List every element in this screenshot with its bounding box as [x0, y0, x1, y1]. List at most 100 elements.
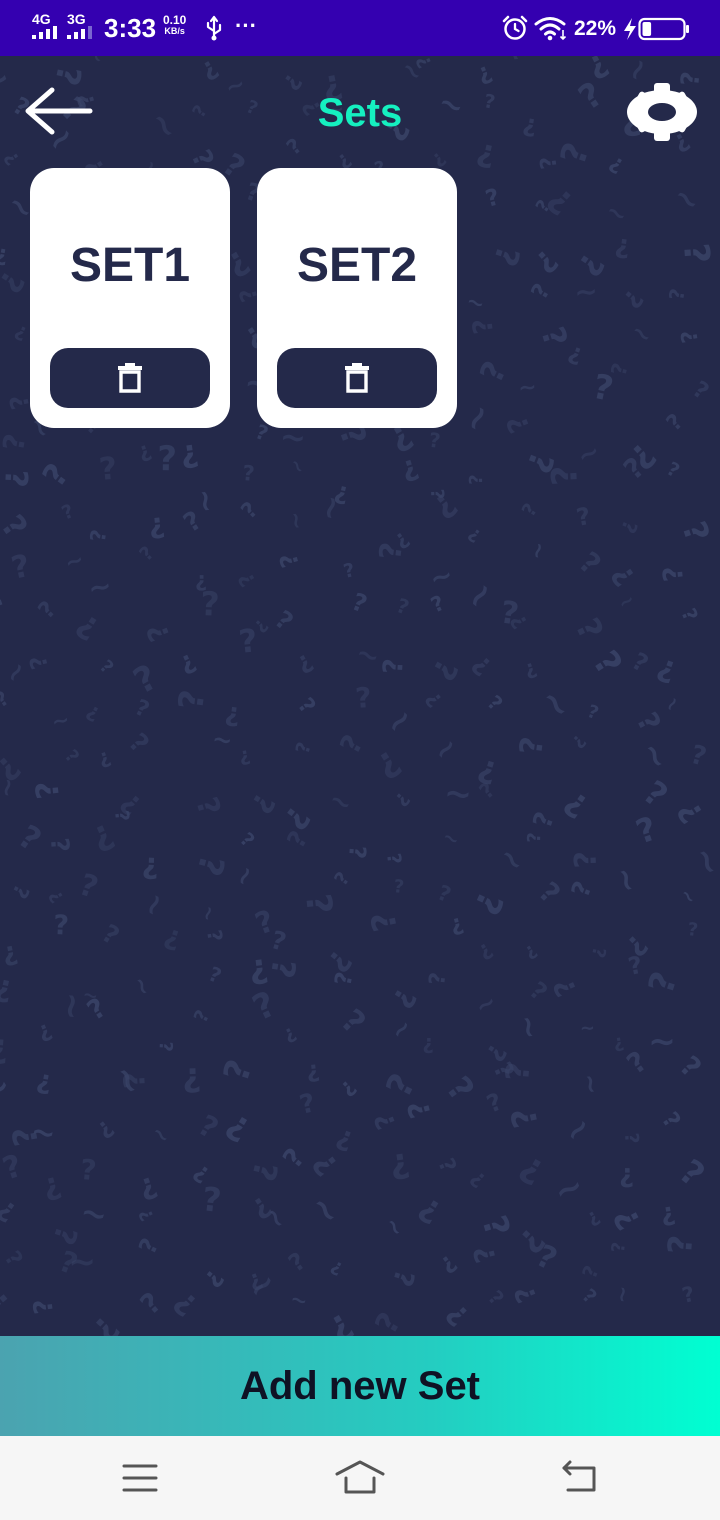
- pattern-glyph: ~: [456, 573, 505, 620]
- pattern-glyph: ~: [377, 699, 423, 745]
- pattern-glyph: ?: [584, 644, 629, 683]
- pattern-glyph: ?: [604, 559, 642, 592]
- pattern-glyph: ?: [292, 740, 316, 757]
- pattern-glyph: ?: [330, 970, 358, 988]
- pattern-glyph: ¿: [447, 910, 466, 937]
- pattern-glyph: ?: [392, 876, 405, 898]
- pattern-glyph: ?: [219, 1105, 257, 1149]
- pattern-glyph: ?: [438, 1069, 482, 1109]
- pattern-glyph: ~: [68, 1244, 96, 1283]
- pattern-glyph: ~: [283, 510, 310, 531]
- pattern-glyph: ?: [0, 469, 34, 489]
- pattern-glyph: ¿: [74, 870, 102, 909]
- arrow-left-icon: [25, 87, 93, 135]
- pattern-glyph: ?: [518, 499, 542, 520]
- pattern-glyph: ~: [327, 98, 346, 122]
- pattern-glyph: ¿: [94, 657, 116, 679]
- pattern-glyph: ?: [390, 788, 414, 811]
- pattern-glyph: ~: [684, 841, 720, 881]
- signal-icon-2: [67, 26, 92, 39]
- pattern-glyph: ?: [619, 1161, 635, 1191]
- pattern-glyph: ?: [178, 436, 201, 474]
- pattern-glyph: ¿: [130, 696, 152, 724]
- pattern-glyph: ?: [616, 517, 643, 537]
- pattern-glyph: ?: [540, 179, 581, 222]
- pattern-glyph: ?: [297, 892, 339, 916]
- pattern-glyph: ¿: [285, 1249, 312, 1280]
- delete-set-button[interactable]: [277, 348, 437, 408]
- pattern-glyph: ?: [0, 971, 16, 1009]
- pattern-glyph: ?: [189, 102, 212, 122]
- pattern-glyph: ~: [127, 973, 158, 1000]
- pattern-glyph: ?: [376, 113, 416, 147]
- pattern-glyph: ¿: [237, 743, 252, 767]
- pattern-glyph: ?: [0, 1193, 22, 1227]
- gear-icon: [627, 83, 697, 141]
- pattern-glyph: ?: [134, 1286, 168, 1322]
- pattern-glyph: ?: [34, 1066, 54, 1098]
- pattern-glyph: ~: [238, 1262, 284, 1310]
- pattern-glyph: ~: [351, 637, 384, 674]
- pattern-glyph: ~: [82, 56, 109, 68]
- pattern-glyph: ~: [625, 317, 659, 351]
- pattern-glyph: ?: [385, 982, 423, 1014]
- pattern-glyph: ~: [426, 559, 456, 595]
- pattern-glyph: ?: [427, 591, 448, 618]
- pattern-glyph: ~: [517, 374, 538, 401]
- pattern-glyph: ?: [247, 984, 282, 1029]
- pattern-glyph: ?: [675, 242, 716, 265]
- pattern-glyph: ?: [483, 1286, 509, 1311]
- trash-icon: [345, 363, 369, 393]
- battery-icon: [638, 17, 689, 41]
- settings-button[interactable]: [618, 82, 706, 142]
- pattern-glyph: ?: [574, 502, 593, 532]
- pattern-glyph: ~: [573, 274, 599, 309]
- pattern-glyph: ?: [425, 971, 451, 987]
- pattern-glyph: ?: [674, 516, 717, 546]
- system-nav-bar: [0, 1436, 720, 1520]
- pattern-glyph: ?: [28, 1297, 60, 1316]
- pattern-glyph: ?: [133, 1234, 164, 1259]
- pattern-glyph: ?: [473, 135, 499, 174]
- pattern-glyph: ¿: [571, 850, 607, 869]
- nav-back-button[interactable]: [556, 1458, 600, 1498]
- pattern-glyph: ~: [141, 104, 189, 147]
- set-card[interactable]: SET1: [30, 168, 230, 428]
- add-new-set-button[interactable]: Add new Set: [0, 1336, 720, 1436]
- pattern-glyph: ?: [584, 701, 601, 724]
- pattern-glyph: ¿: [129, 660, 166, 705]
- pattern-glyph: ?: [578, 1285, 601, 1308]
- pattern-glyph: ?: [464, 523, 484, 546]
- pattern-glyph: ?: [292, 694, 320, 719]
- set-title: SET2: [296, 239, 418, 292]
- set-card[interactable]: SET2: [257, 168, 457, 428]
- pattern-glyph: ?: [467, 1243, 503, 1267]
- pattern-glyph: ~: [509, 1013, 546, 1042]
- pattern-glyph: ?: [658, 565, 690, 583]
- trash-icon: [118, 363, 142, 393]
- nav-home-button[interactable]: [334, 1458, 386, 1498]
- nav-menu-button[interactable]: [118, 1458, 162, 1498]
- pattern-glyph: ?: [84, 1308, 127, 1336]
- pattern-glyph: ?: [0, 1148, 27, 1188]
- pattern-glyph: ?: [676, 605, 703, 625]
- pattern-glyph: ?: [524, 832, 545, 843]
- pattern-glyph: ¿: [580, 1263, 607, 1283]
- pattern-glyph: ¿: [305, 1057, 321, 1084]
- pattern-glyph: ?: [688, 376, 714, 405]
- pattern-glyph: ?: [188, 851, 232, 880]
- delete-set-button[interactable]: [50, 348, 210, 408]
- pattern-glyph: ?: [333, 729, 370, 759]
- pattern-glyph: ?: [483, 184, 503, 213]
- pattern-glyph: ¿: [380, 658, 412, 675]
- menu-icon: [122, 1464, 158, 1492]
- home-icon: [335, 1460, 385, 1494]
- pattern-glyph: ~: [556, 1108, 600, 1152]
- pattern-glyph: ?: [217, 1055, 261, 1087]
- pattern-glyph: ?: [521, 657, 540, 683]
- network-speed-value: 0.10: [163, 13, 187, 27]
- pattern-glyph: ¿: [121, 729, 153, 760]
- back-button[interactable]: [22, 86, 94, 136]
- pattern-glyph: ~: [575, 1071, 607, 1096]
- pattern-glyph: ?: [117, 1071, 152, 1090]
